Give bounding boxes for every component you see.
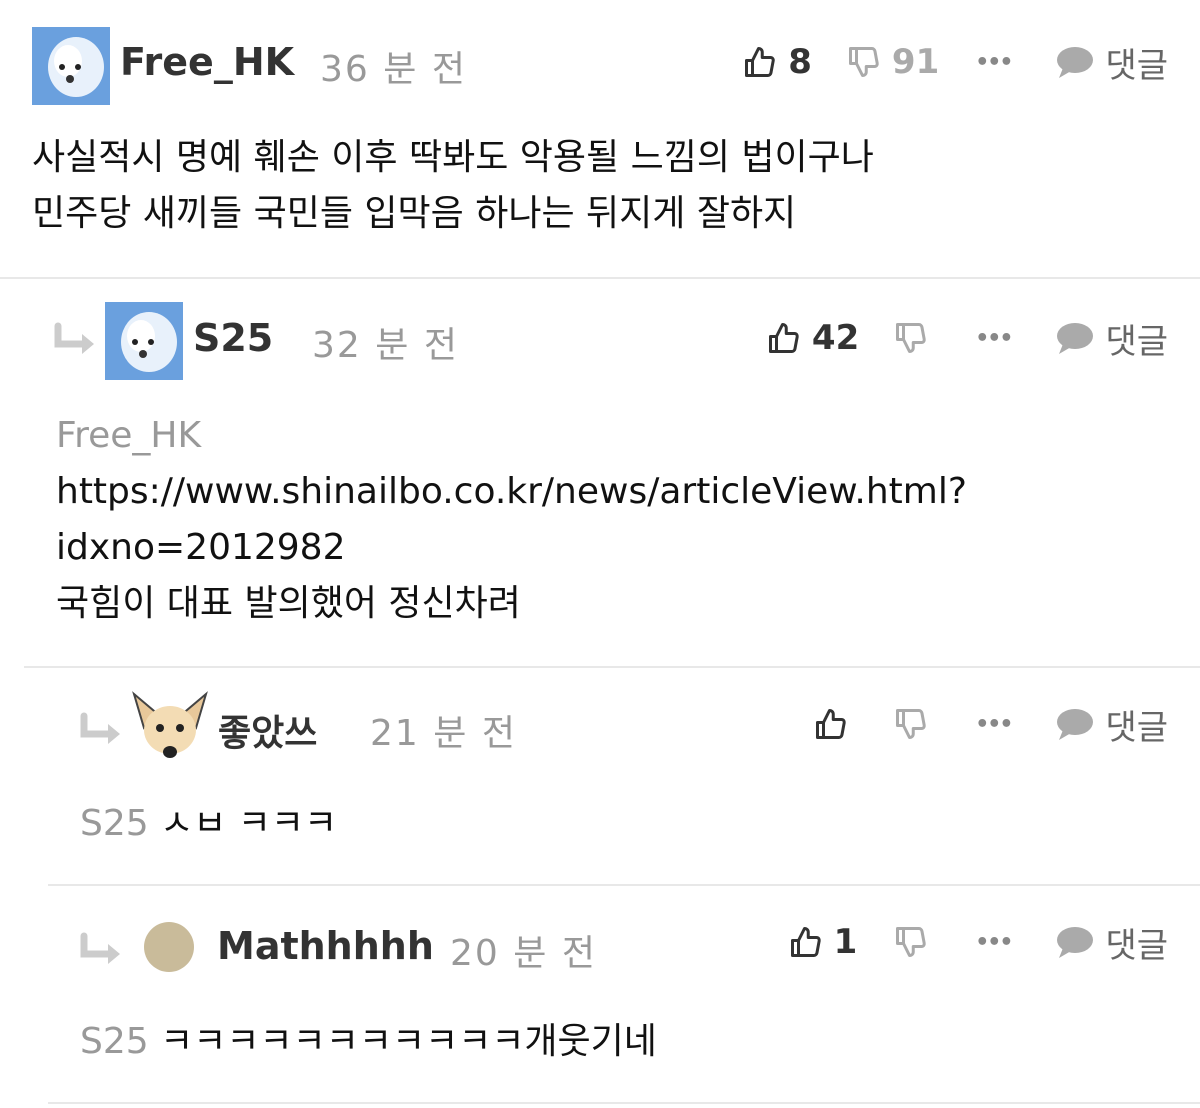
dislike-button[interactable]	[893, 924, 929, 960]
author-name[interactable]: S25	[193, 316, 273, 360]
dislike-button[interactable]	[893, 706, 929, 742]
comment-actions: 1 ••• 댓글	[788, 912, 1168, 972]
speech-bubble-icon	[1055, 924, 1095, 960]
reply-arrow-icon	[52, 322, 98, 362]
timestamp: 20 분 전	[450, 933, 597, 974]
like-button[interactable]: 42	[766, 318, 859, 358]
comment-body: Free_HK https://www.shinailbo.co.kr/news…	[56, 408, 967, 632]
thumbs-down-icon	[893, 706, 929, 742]
comment-line: 민주당 새끼들 국민들 입막음 하나는 뒤지게 잘하지	[32, 193, 797, 234]
dislike-button[interactable]: 91	[846, 42, 939, 82]
comment-line: 국힘이 대표 발의했어 정신차려	[56, 583, 521, 624]
like-button[interactable]: 1	[788, 922, 858, 962]
comment-line[interactable]: https://www.shinailbo.co.kr/news/article…	[56, 471, 967, 512]
thumbs-down-icon	[846, 44, 882, 80]
like-count: 42	[811, 318, 860, 358]
more-options-button[interactable]: •••	[975, 930, 1013, 955]
like-button[interactable]	[813, 706, 849, 742]
reply-button[interactable]: 댓글	[1055, 314, 1168, 363]
avatar[interactable]	[105, 302, 183, 380]
comment-body: S25 ㅋㅋㅋㅋㅋㅋㅋㅋㅋㅋㅋ개웃기네	[80, 1014, 657, 1070]
like-count: 1	[833, 922, 858, 962]
comment-body: 사실적시 명예 훼손 이후 딱봐도 악용될 느낌의 법이구나 민주당 새끼들 국…	[32, 130, 874, 242]
thumbs-up-icon	[766, 320, 802, 356]
reply-arrow-icon	[78, 932, 124, 972]
more-options-button[interactable]: •••	[975, 712, 1013, 737]
thumbs-up-icon	[788, 924, 824, 960]
thumbs-up-icon	[813, 706, 849, 742]
reply-label: 댓글	[1105, 45, 1168, 86]
divider	[24, 666, 1200, 668]
reply-label: 댓글	[1105, 707, 1168, 748]
like-button[interactable]: 8	[742, 42, 812, 82]
timestamp: 36 분 전	[320, 49, 467, 90]
dislike-button[interactable]	[893, 320, 929, 356]
avatar[interactable]	[130, 688, 210, 768]
reply-button[interactable]: 댓글	[1055, 700, 1168, 749]
more-options-button[interactable]: •••	[975, 326, 1013, 351]
comment-actions: ••• 댓글	[813, 694, 1168, 754]
avatar[interactable]	[32, 27, 110, 105]
more-options-button[interactable]: •••	[975, 50, 1013, 75]
divider	[48, 884, 1200, 886]
comment-body: S25 ㅅㅂ ㅋㅋㅋ	[80, 796, 337, 852]
author-name[interactable]: Mathhhhh	[217, 924, 434, 968]
reply-button[interactable]: 댓글	[1055, 918, 1168, 967]
comment-text: ㅋㅋㅋㅋㅋㅋㅋㅋㅋㅋㅋ개웃기네	[148, 1021, 657, 1062]
comment-text: ㅅㅂ ㅋㅋㅋ	[148, 803, 338, 844]
reply-button[interactable]: 댓글	[1055, 38, 1168, 87]
quoted-author[interactable]: Free_HK	[56, 415, 201, 456]
comment-actions: 8 91 ••• 댓글	[742, 32, 1168, 92]
divider	[0, 277, 1200, 279]
reply-arrow-icon	[78, 712, 124, 752]
comment-line[interactable]: idxno=2012982	[56, 527, 346, 568]
speech-bubble-icon	[1055, 44, 1095, 80]
reply-label: 댓글	[1105, 925, 1168, 966]
speech-bubble-icon	[1055, 706, 1095, 742]
quoted-author[interactable]: S25	[80, 1021, 149, 1062]
author-name[interactable]: Free_HK	[120, 40, 294, 84]
comment-line: 사실적시 명예 훼손 이후 딱봐도 악용될 느낌의 법이구나	[32, 137, 874, 178]
thumbs-up-icon	[742, 44, 778, 80]
divider	[48, 1102, 1200, 1104]
comment-actions: 42 ••• 댓글	[766, 308, 1168, 368]
author-name[interactable]: 좋았쓰	[218, 704, 317, 756]
dislike-count: 91	[891, 42, 940, 82]
thumbs-down-icon	[893, 320, 929, 356]
like-count: 8	[788, 42, 812, 82]
quoted-author[interactable]: S25	[80, 803, 149, 844]
timestamp: 21 분 전	[370, 713, 517, 754]
speech-bubble-icon	[1055, 320, 1095, 356]
reply-label: 댓글	[1105, 321, 1168, 362]
thumbs-down-icon	[893, 924, 929, 960]
avatar[interactable]	[144, 922, 194, 972]
timestamp: 32 분 전	[312, 325, 459, 366]
